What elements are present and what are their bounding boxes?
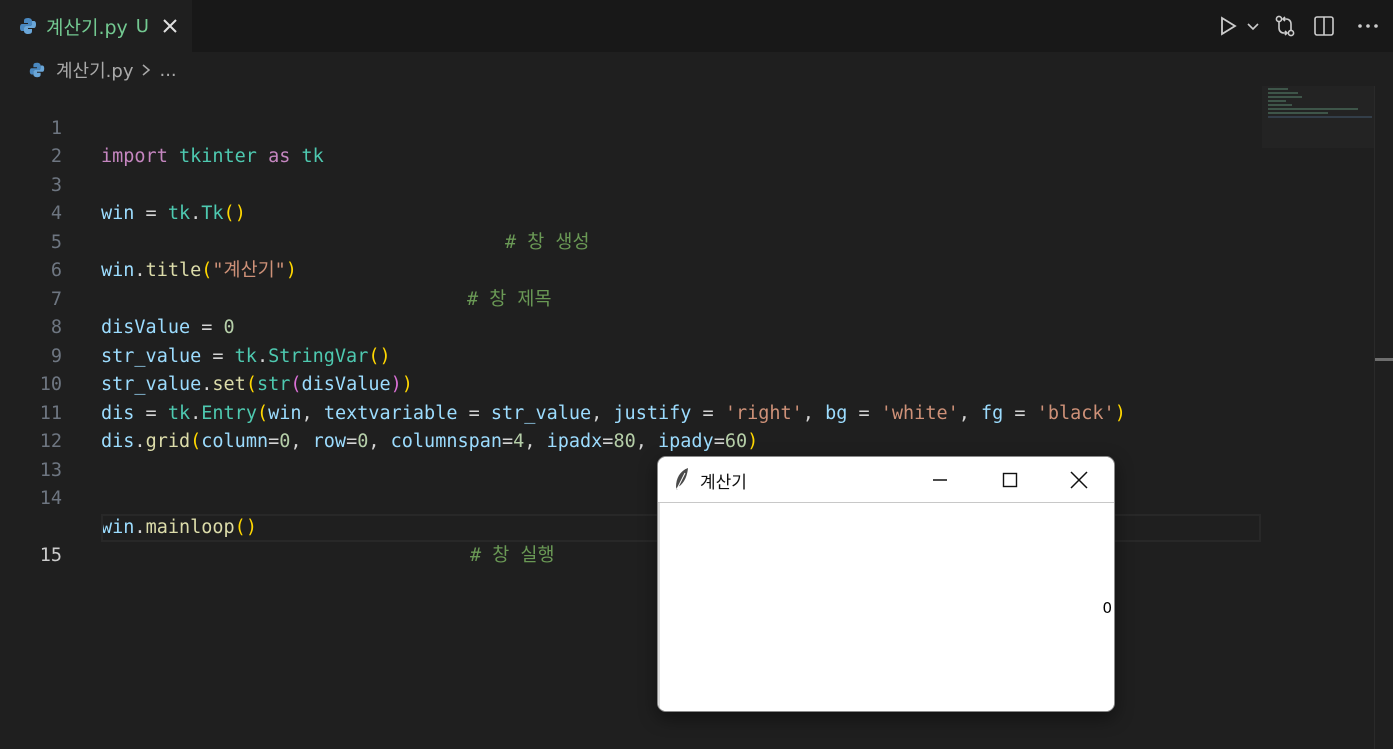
feather-icon: [676, 468, 688, 490]
scrollbar-marker: [1375, 358, 1393, 361]
code-line: 12: [0, 400, 1262, 452]
minimize-button[interactable]: [905, 457, 975, 503]
code-line: 4: [0, 172, 1262, 224]
close-button[interactable]: [1044, 457, 1114, 503]
python-file-icon: [29, 62, 45, 78]
tk-window-title: 계산기: [700, 473, 747, 493]
tk-entry-display[interactable]: 0: [658, 503, 1114, 711]
python-file-icon: [20, 18, 36, 34]
code-line: 1 import tkinter as tk: [0, 86, 1262, 168]
split-editor-icon[interactable]: [1305, 0, 1343, 52]
tk-titlebar[interactable]: 계산기: [658, 457, 1114, 503]
chevron-right-icon: [143, 64, 151, 76]
breadcrumb-more[interactable]: ...: [159, 60, 176, 81]
entry-value: 0: [1102, 599, 1112, 617]
breadcrumb-file[interactable]: 계산기.py: [56, 57, 133, 83]
maximize-button[interactable]: [975, 457, 1045, 503]
code-line: 8 str_value = tk.StringVar(): [0, 286, 1262, 367]
code-line: 7 disValue = 0: [0, 257, 1262, 339]
maximize-icon: [1002, 472, 1018, 488]
chevron-down-icon[interactable]: [1241, 0, 1265, 52]
code-line: 13: [0, 428, 1262, 481]
tab-modified-badge: U: [135, 15, 149, 37]
vertical-scrollbar[interactable]: [1374, 86, 1393, 749]
code-line: 3 win = tk.Tk() # 창 생성: [0, 143, 1262, 253]
tk-calculator-window: 계산기 0: [657, 456, 1115, 712]
code-line: 11 dis.grid(column=0, row=0, columnspan=…: [0, 371, 1262, 453]
minimap[interactable]: [1262, 86, 1374, 148]
tab-filename: 계산기.py: [46, 16, 128, 39]
compare-changes-icon[interactable]: [1265, 0, 1305, 52]
code-comment: # 창 실행: [470, 545, 555, 566]
minimize-icon: [933, 479, 947, 481]
close-icon: [1070, 471, 1088, 489]
code-line: 2: [0, 115, 1262, 167]
code-line: 5 win.title("계산기") # 창 제목: [0, 200, 1262, 310]
more-actions-icon[interactable]: [1343, 0, 1393, 52]
tab-bar: 계산기.py U: [0, 0, 1393, 52]
close-icon[interactable]: [161, 17, 179, 35]
editor-tab[interactable]: 계산기.py U: [0, 0, 192, 52]
run-icon[interactable]: [1215, 0, 1241, 52]
line-number: 15: [39, 545, 62, 566]
breadcrumb: 계산기.py ...: [28, 56, 177, 84]
code-line: 6: [0, 229, 1262, 281]
code-line: 9 str_value.set(str(disValue)): [0, 314, 1262, 396]
code-line: 10 dis = tk.Entry(win, textvariable = st…: [0, 343, 1262, 424]
editor-actions: [1215, 0, 1393, 52]
